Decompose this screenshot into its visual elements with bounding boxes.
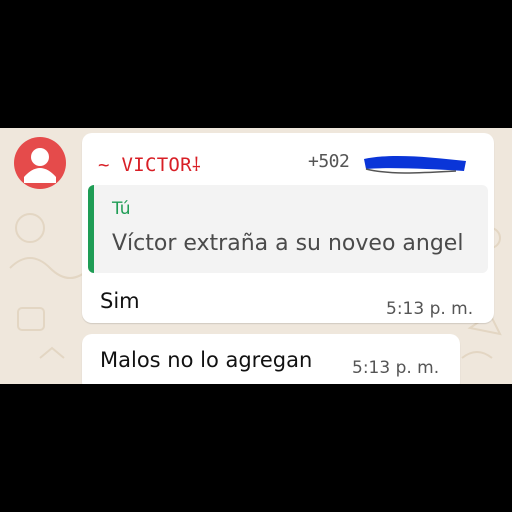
message-bubble[interactable]: Malos no lo agregan 5:13 p. m. <box>82 334 460 384</box>
quoted-message[interactable]: Tú Víctor extraña a su noveo angel <box>88 185 488 273</box>
default-avatar-icon <box>24 148 56 183</box>
message-text: Sim <box>100 289 140 313</box>
message-time: 5:13 p. m. <box>386 299 474 319</box>
contact-avatar[interactable] <box>14 137 66 189</box>
quote-accent-bar <box>88 185 94 273</box>
phone-redaction <box>364 155 466 174</box>
sender-phone: +502 <box>308 151 350 172</box>
message-time: 5:13 p. m. <box>352 358 440 378</box>
message-text: Malos no lo agregan <box>100 348 313 372</box>
quote-text: Víctor extraña a su noveo angel <box>112 231 464 256</box>
quote-author: Tú <box>112 199 131 219</box>
sender-name[interactable]: ~ VICTOR⸸ <box>98 151 201 177</box>
chat-area: ~ VICTOR⸸ +502 Tú Víctor extraña a su no… <box>0 128 512 384</box>
message-bubble[interactable]: ~ VICTOR⸸ +502 Tú Víctor extraña a su no… <box>82 133 494 323</box>
